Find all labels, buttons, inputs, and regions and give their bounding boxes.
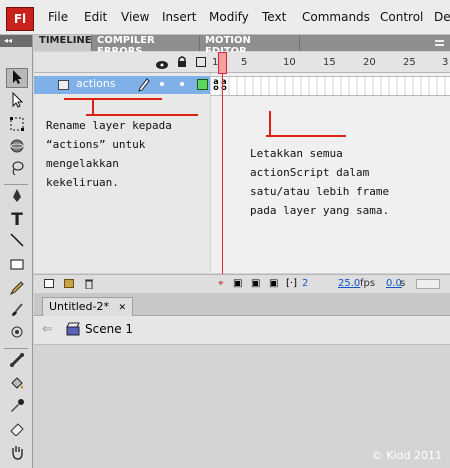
note-line: “actions” untuk bbox=[46, 138, 146, 151]
note-rename-layer: Rename layer kepada “actions” untuk meng… bbox=[46, 116, 172, 192]
note-line: pada layer yang sama. bbox=[250, 204, 390, 217]
note-place-actionscript: Letakkan semua actionScript dalam satu/a… bbox=[250, 144, 389, 220]
note-line: kekeliruan. bbox=[46, 176, 119, 189]
annotation-lines bbox=[64, 98, 346, 137]
copyright-watermark: © Kidd 2011 bbox=[371, 449, 442, 462]
note-line: Rename layer kepada bbox=[46, 119, 172, 132]
note-line: mengelakkan bbox=[46, 157, 119, 170]
note-line: actionScript dalam bbox=[250, 166, 370, 179]
note-line: Letakkan semua bbox=[250, 147, 343, 160]
note-line: satu/atau lebih frame bbox=[250, 185, 390, 198]
